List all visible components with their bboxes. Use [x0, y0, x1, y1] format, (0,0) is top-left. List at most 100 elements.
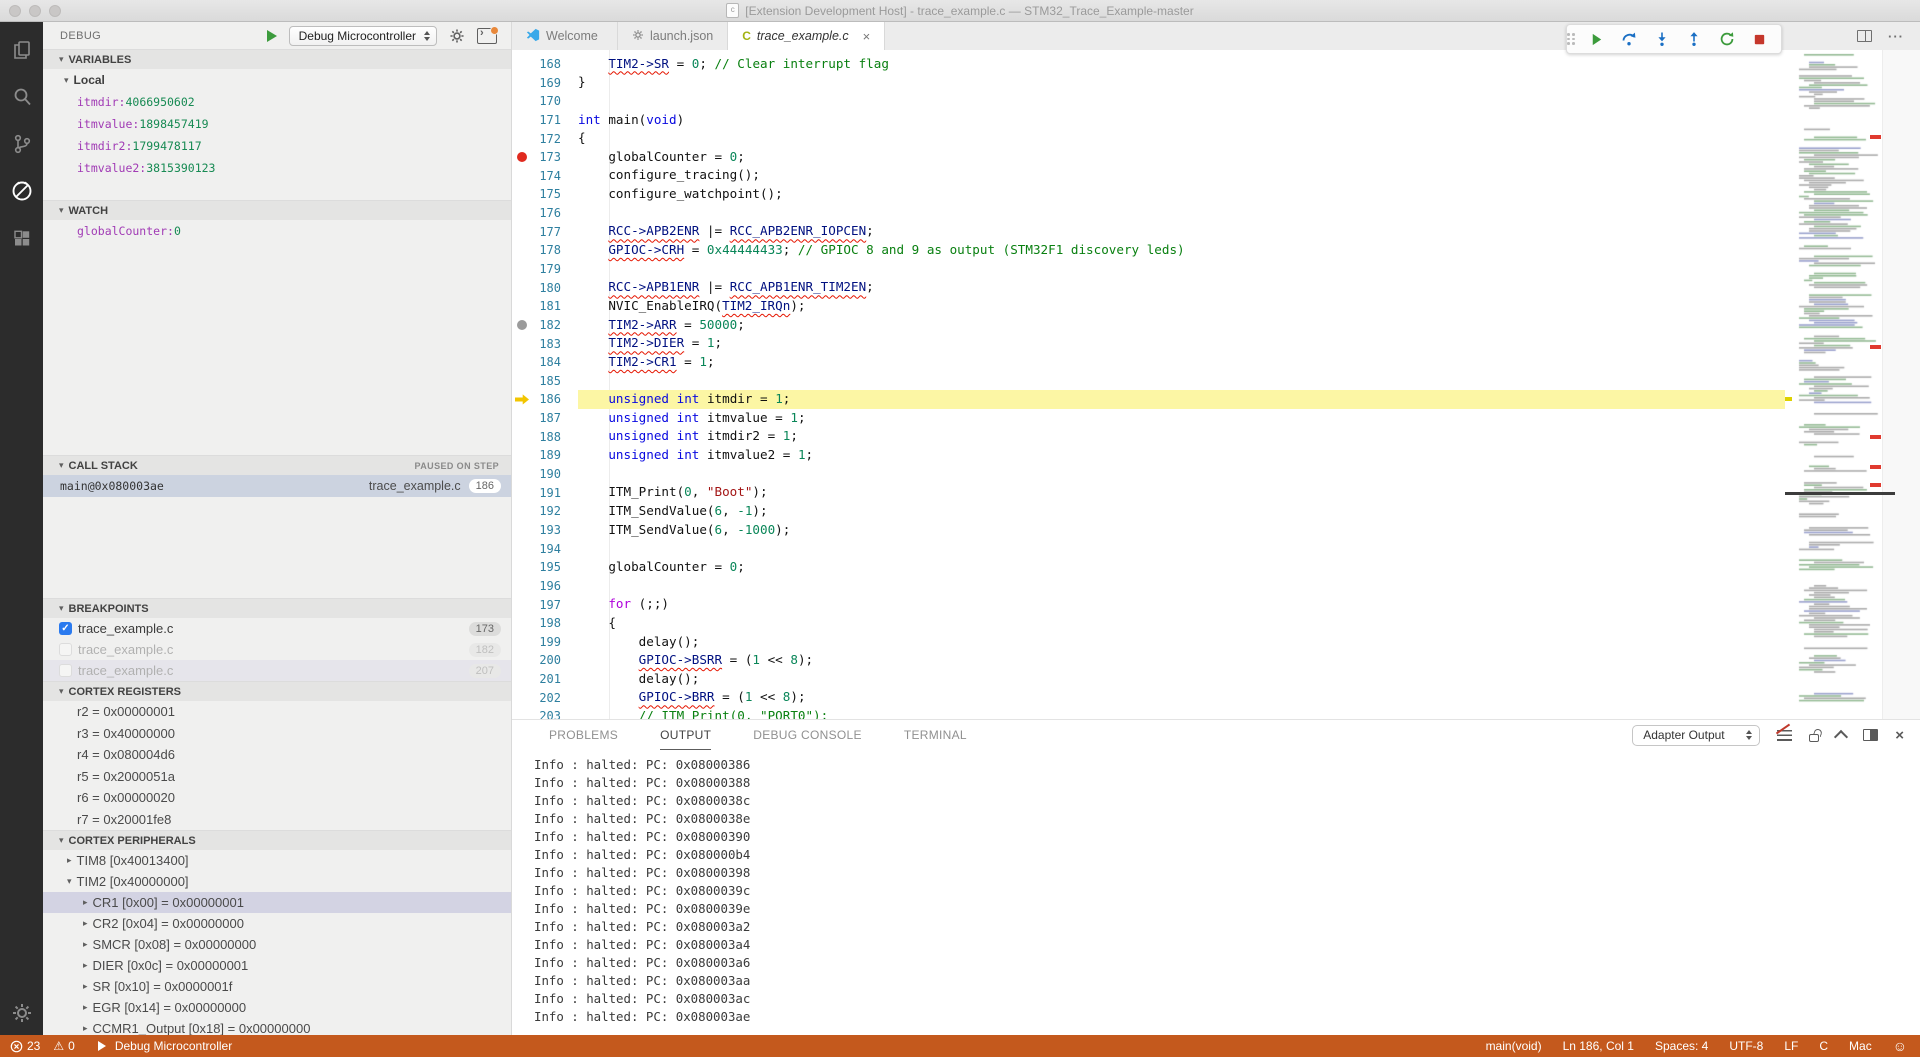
code-line[interactable]: 174 configure_tracing(); [512, 166, 1785, 185]
debug-step-over-button[interactable] [1618, 28, 1640, 50]
tab-trace-example-c[interactable]: Ctrace_example.c× [728, 22, 885, 50]
cortex-peripherals-section-header[interactable]: ▾ CORTEX PERIPHERALS [43, 830, 511, 850]
debug-config-status[interactable]: Debug Microcontroller [115, 1039, 232, 1053]
line-number[interactable]: 197 [512, 598, 578, 612]
line-number[interactable]: 179 [512, 262, 578, 276]
peripheral-row[interactable]: ▸SR [0x10] = 0x0000001f [43, 976, 511, 997]
line-number[interactable]: 193 [512, 523, 578, 537]
line-number[interactable]: 176 [512, 206, 578, 220]
line-number[interactable]: 199 [512, 635, 578, 649]
code-line[interactable]: 176 [512, 204, 1785, 223]
panel-tab-output[interactable]: OUTPUT [660, 720, 711, 750]
peripheral-row[interactable]: ▸CCMR1_Output [0x18] = 0x00000000 [43, 1018, 511, 1035]
code-line[interactable]: 191 ITM_Print(0, "Boot"); [512, 483, 1785, 502]
status-language-mode[interactable]: C [1819, 1039, 1828, 1053]
line-number[interactable]: 198 [512, 616, 578, 630]
panel-tab-problems[interactable]: PROBLEMS [549, 720, 618, 750]
code-line[interactable]: 194 [512, 539, 1785, 558]
line-number[interactable]: 185 [512, 374, 578, 388]
debug-step-out-button[interactable] [1683, 28, 1705, 50]
code-line[interactable]: 182 TIM2->ARR = 50000; [512, 316, 1785, 335]
peripheral-row[interactable]: ▸CR1 [0x00] = 0x00000001 [43, 892, 511, 913]
line-number[interactable]: 174 [512, 169, 578, 183]
peripheral-row[interactable]: ▸DIER [0x0c] = 0x00000001 [43, 955, 511, 976]
variables-scope-local[interactable]: ▾ Local [43, 69, 511, 91]
code-line[interactable]: 188 unsigned int itmdir2 = 1; [512, 427, 1785, 446]
line-number[interactable]: 173 [512, 150, 578, 164]
code-line[interactable]: 172{ [512, 129, 1785, 148]
code-line[interactable]: 187 unsigned int itmvalue = 1; [512, 409, 1785, 428]
debug-stop-button[interactable] [1748, 28, 1770, 50]
breakpoints-section-header[interactable]: ▾ BREAKPOINTS [43, 598, 511, 618]
code-line[interactable]: 180 RCC->APB1ENR |= RCC_APB1ENR_TIM2EN; [512, 278, 1785, 297]
panel-layout-icon[interactable] [1863, 729, 1878, 741]
code-line[interactable]: 201 delay(); [512, 670, 1785, 689]
more-actions-icon[interactable]: ··· [1888, 29, 1904, 44]
line-number[interactable]: 175 [512, 187, 578, 201]
line-number[interactable]: 201 [512, 672, 578, 686]
tab-welcome[interactable]: Welcome [512, 22, 618, 50]
clear-output-icon[interactable] [1777, 730, 1792, 741]
code-line[interactable]: 185 [512, 372, 1785, 391]
status-encoding[interactable]: UTF-8 [1729, 1039, 1763, 1053]
errors-indicator[interactable]: 23 [10, 1039, 40, 1053]
close-icon[interactable]: × [863, 29, 871, 44]
search-icon[interactable] [0, 75, 43, 119]
line-number[interactable]: 178 [512, 243, 578, 257]
cortex-registers-section-header[interactable]: ▾ CORTEX REGISTERS [43, 681, 511, 701]
line-number[interactable]: 168 [512, 57, 578, 71]
code-line[interactable]: 173 globalCounter = 0; [512, 148, 1785, 167]
explorer-icon[interactable] [0, 28, 43, 72]
peripheral-row[interactable]: ▸CR2 [0x04] = 0x00000000 [43, 913, 511, 934]
breakpoint-checkbox[interactable] [59, 664, 72, 677]
tab-launch-json[interactable]: launch.json [618, 22, 728, 50]
line-number[interactable]: 195 [512, 560, 578, 574]
line-number[interactable]: 186 [512, 392, 578, 406]
split-editor-icon[interactable] [1857, 30, 1872, 42]
toolbar-drag-handle[interactable] [1567, 33, 1575, 45]
line-number[interactable]: 203 [512, 709, 578, 719]
line-number[interactable]: 167 [512, 50, 578, 52]
register-row[interactable]: r6 = 0x00000020 [43, 787, 511, 809]
code-line[interactable]: 179 [512, 260, 1785, 279]
breakpoint-row[interactable]: trace_example.c207 [43, 660, 511, 681]
code-line[interactable]: 203 // ITM_Print(0, "PORT0"); [512, 707, 1785, 719]
line-number[interactable]: 169 [512, 76, 578, 90]
line-number[interactable]: 196 [512, 579, 578, 593]
line-number[interactable]: 172 [512, 132, 578, 146]
panel-tab-terminal[interactable]: TERMINAL [904, 720, 967, 750]
code-line[interactable]: 197 for (;;) [512, 595, 1785, 614]
status-eol[interactable]: LF [1784, 1039, 1798, 1053]
code-editor[interactable]: 167168 TIM2->SR = 0; // Clear interrupt … [512, 50, 1920, 719]
peripheral-row[interactable]: ▸SMCR [0x08] = 0x00000000 [43, 934, 511, 955]
line-number[interactable]: 170 [512, 94, 578, 108]
output-channel-select[interactable]: Adapter Output [1632, 725, 1760, 746]
line-number[interactable]: 194 [512, 542, 578, 556]
configure-gear-icon[interactable] [449, 28, 465, 44]
code-line[interactable]: 183 TIM2->DIER = 1; [512, 334, 1785, 353]
debug-step-into-button[interactable] [1651, 28, 1673, 50]
breakpoint-row[interactable]: trace_example.c182 [43, 639, 511, 660]
code-line[interactable]: 195 globalCounter = 0; [512, 558, 1785, 577]
extensions-icon[interactable] [0, 216, 43, 260]
output-log[interactable]: Info : halted: PC: 0x08000386Info : halt… [512, 750, 1920, 1026]
breakpoint-checkbox[interactable] [59, 643, 72, 656]
line-number[interactable]: 188 [512, 430, 578, 444]
code-line[interactable]: 202 GPIOC->BRR = (1 << 8); [512, 688, 1785, 707]
watch-section-header[interactable]: ▾ WATCH [43, 200, 511, 220]
start-debug-button[interactable] [267, 30, 277, 42]
peripheral-row[interactable]: ▸TIM8 [0x40013400] [43, 850, 511, 871]
code-line[interactable]: 198 { [512, 614, 1785, 633]
minimap[interactable] [1797, 50, 1882, 719]
code-line[interactable]: 175 configure_watchpoint(); [512, 185, 1785, 204]
line-number[interactable]: 183 [512, 337, 578, 351]
status-cursor-position[interactable]: Ln 186, Col 1 [1563, 1039, 1634, 1053]
status-indentation[interactable]: Spaces: 4 [1655, 1039, 1708, 1053]
code-line[interactable]: 196 [512, 577, 1785, 596]
variables-section-header[interactable]: ▾ VARIABLES [43, 49, 511, 69]
variable-row[interactable]: itmvalue: 1898457419 [43, 113, 511, 135]
source-control-icon[interactable] [0, 122, 43, 166]
call-stack-section-header[interactable]: ▾ CALL STACK PAUSED ON STEP [43, 455, 511, 475]
settings-gear-icon[interactable] [0, 991, 43, 1035]
register-row[interactable]: r7 = 0x20001fe8 [43, 809, 511, 831]
